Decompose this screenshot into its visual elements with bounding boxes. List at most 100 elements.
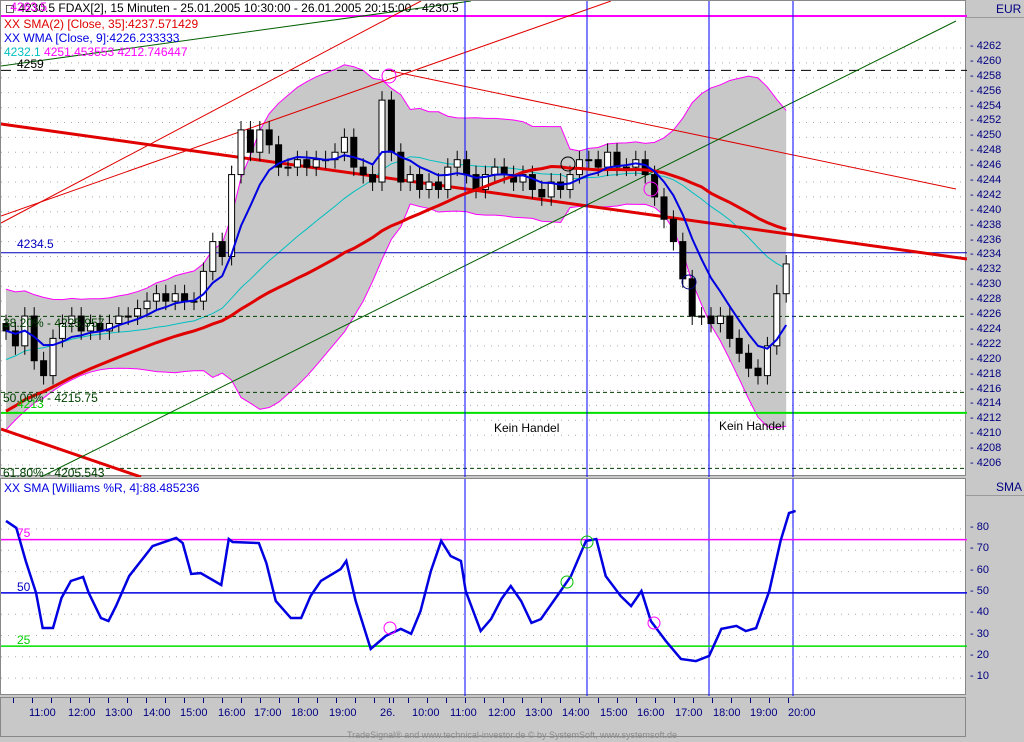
candle-body (735, 337, 743, 354)
candle-body (115, 315, 123, 325)
candle-body (679, 241, 687, 280)
candle-body (265, 129, 273, 146)
candle-body (782, 263, 790, 295)
candle-body (660, 196, 668, 220)
candle-body (716, 315, 724, 325)
candle-body (378, 99, 386, 183)
copyright-footer: TradeSignal® and www.technical-investor.… (346, 730, 678, 740)
time-label: 17:00 (254, 707, 282, 719)
time-tick (241, 698, 242, 703)
price-axis[interactable]: EUR - 4262 - 4260 - 4258 - 4256 - 4254 - 4252… (966, 0, 1024, 476)
price-tick-label: - 4220 (970, 352, 1002, 365)
candle-body (754, 367, 762, 377)
time-tick (731, 698, 732, 703)
time-tick (165, 698, 166, 703)
price-chart-panel[interactable]: ◻ 4230.5 4263.5 FDAX[2], 15 Minuten - 25.… (0, 0, 967, 480)
time-tick (617, 698, 618, 703)
price-tick-label: - 4210 (970, 427, 1002, 440)
candle-body (209, 241, 217, 272)
candle-body (171, 293, 179, 302)
time-label: 16:00 (637, 707, 665, 719)
time-label: 12:00 (68, 707, 96, 719)
time-tick (503, 698, 504, 703)
candle-body (340, 136, 348, 153)
kein-handel-label: Kein Handel (494, 421, 560, 435)
williams-tick-label: - 50 (970, 584, 989, 597)
time-tick (636, 698, 637, 703)
candle-body (688, 278, 696, 317)
time-tick (32, 698, 33, 703)
candle-body (538, 188, 546, 198)
williams-panel[interactable]: XX SMA [Williams %R, 4]:88.485236 75 50 … (0, 478, 967, 696)
time-tick (298, 698, 299, 703)
time-tick (222, 698, 223, 703)
price-tick-label: - 4248 (970, 144, 1002, 157)
candle-body (152, 293, 160, 302)
time-tick (355, 698, 356, 703)
time-tick (598, 698, 599, 703)
time-tick (427, 698, 428, 703)
time-tick (693, 698, 694, 703)
candle-body (698, 315, 706, 318)
wma-legend: XX WMA [Close, 9]:4226.233333 (4, 31, 180, 45)
price-tick-label: - 4242 (970, 188, 1002, 201)
time-label: 18:00 (713, 707, 741, 719)
williams-tick-label: - 80 (970, 521, 989, 533)
candle-body (491, 166, 499, 176)
price-chart-svg (1, 1, 967, 477)
time-label: 14:00 (562, 707, 590, 719)
axis-divider (966, 495, 1024, 496)
level-25-label: 25 (17, 633, 31, 647)
price-tick-label: - 4238 (970, 218, 1002, 231)
time-tick (146, 698, 147, 703)
candle-body (406, 174, 414, 183)
time-tick (712, 698, 713, 703)
time-tick (750, 698, 751, 703)
price-tick-label: - 4232 (970, 263, 1002, 276)
price-tick-label: - 4216 (970, 382, 1002, 395)
time-tick (374, 698, 375, 703)
williams-svg (1, 479, 967, 696)
candle-body (162, 293, 170, 302)
currency-unit: EUR (996, 2, 1022, 16)
trend-line-green (40, 20, 957, 477)
time-tick (655, 698, 656, 703)
candle-body (256, 129, 264, 153)
candle-body (622, 166, 630, 169)
axis-divider (966, 17, 1024, 18)
candle-body (134, 308, 142, 317)
time-tick (579, 698, 580, 703)
price-tick-label: - 4230 (970, 278, 1002, 291)
time-tick (408, 698, 409, 703)
time-tick (446, 698, 447, 703)
price-tick-label: - 4222 (970, 337, 1002, 350)
williams-tick-label: - 30 (970, 627, 989, 640)
level-75-label: 75 (17, 526, 31, 540)
signal-marker (381, 68, 397, 84)
time-label: 26. (380, 707, 396, 719)
candle-body (228, 174, 236, 257)
level-50-label: 50 (17, 580, 31, 594)
williams-tick-label: - 60 (970, 563, 989, 576)
time-tick (317, 698, 318, 703)
candle-body (594, 159, 602, 168)
candle-body (726, 315, 734, 339)
time-label: 19:00 (750, 707, 778, 719)
time-label: 15:00 (600, 707, 628, 719)
candle-body (124, 315, 132, 318)
candle-body (669, 218, 677, 243)
candle-body (218, 241, 226, 257)
bollinger-band-area (6, 64, 787, 430)
time-tick (279, 698, 280, 703)
time-tick (13, 698, 14, 703)
price-tick-label: - 4256 (970, 84, 1002, 97)
candle-body (369, 174, 377, 183)
time-label: 13:00 (525, 707, 553, 719)
candle-body (303, 159, 311, 168)
signal-marker (383, 621, 397, 635)
williams-tick-label: - 70 (970, 542, 989, 555)
candle-body (604, 151, 612, 168)
time-tick (70, 698, 71, 703)
williams-axis[interactable]: SMA - 80 - 70 - 60 - 50 - 40 - 30 - 20 - 10 (966, 478, 1024, 695)
candle-body (613, 151, 621, 168)
